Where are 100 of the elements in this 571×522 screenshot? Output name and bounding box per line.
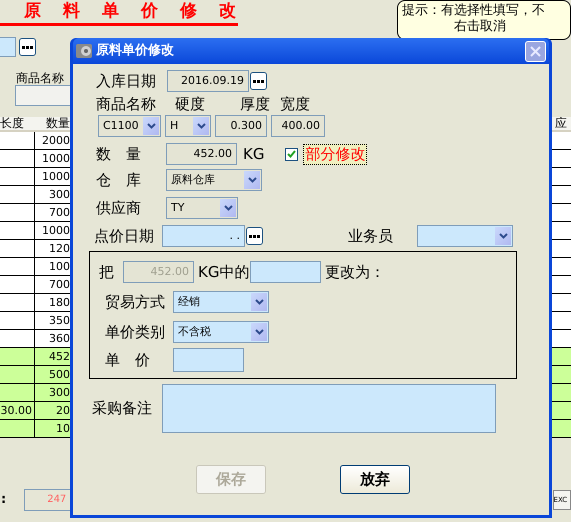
ellipsis-icon (253, 80, 264, 82)
table-row[interactable]: 180 (0, 294, 70, 312)
field-label: 商品名称 (96, 94, 157, 115)
ellipsis-button[interactable] (250, 72, 267, 90)
field-label: 硬度 (175, 94, 206, 115)
table-cell-text: 180 (48, 295, 70, 311)
table-row[interactable] (551, 348, 571, 366)
table-row[interactable] (551, 132, 571, 150)
field-label: 更改为： (325, 262, 385, 282)
dropdown[interactable]: C1100 (98, 115, 161, 137)
coil-icon (76, 43, 92, 59)
table-cell-text: 452 (48, 349, 70, 365)
hint-text: 提示：有选择性填写，不 (402, 3, 546, 19)
field-label: 入库日期 (96, 70, 157, 92)
table-cell-text: 300 (48, 385, 70, 401)
date-field[interactable] (0, 37, 16, 57)
table-row[interactable] (551, 258, 571, 276)
table-cell-text: 500 (48, 367, 70, 383)
table-row[interactable] (551, 420, 571, 438)
table-row[interactable]: 300 (0, 384, 70, 402)
field-label: 数 量 (96, 144, 142, 165)
width-field[interactable]: 400.00 (271, 115, 325, 137)
field-label: 单 价 (105, 350, 151, 371)
ellipsis-button[interactable] (246, 227, 263, 246)
total-field: 247 (24, 489, 70, 511)
table-row[interactable]: 1000 (0, 222, 70, 240)
table-cell-text: 10 (55, 421, 70, 437)
table-row[interactable]: 10 (0, 420, 70, 438)
table-row[interactable]: 300 (0, 186, 70, 204)
dropdown[interactable]: 不含税 (173, 320, 269, 343)
ellipsis-icon (249, 234, 260, 238)
table-cell-text: 1000 (41, 169, 70, 185)
thickness-field[interactable]: 0.300 (215, 115, 267, 137)
field-label: KG (243, 144, 264, 165)
table-row[interactable] (551, 384, 571, 402)
quantity-field[interactable]: 452.00 (166, 143, 237, 165)
dialog-title: 原料单价修改 (96, 42, 175, 60)
check-icon (287, 150, 296, 158)
table-row[interactable]: 360 (0, 330, 70, 348)
field-label: 贸易方式 (105, 292, 166, 313)
table-cell-text: 2000 (41, 133, 70, 149)
ellipsis-icon (22, 46, 33, 48)
date-field[interactable]: 2016.09.19 (167, 70, 249, 92)
table-row[interactable]: 350 (0, 312, 70, 330)
table-cell-text: 120 (48, 241, 70, 257)
notes-field[interactable] (162, 384, 496, 432)
table-cell: 30.00 (0, 402, 35, 419)
field-label: 厚度 (240, 94, 271, 115)
field-label: 点价日期 (94, 226, 155, 247)
table-row[interactable] (551, 312, 571, 330)
table-row[interactable]: 452 (0, 348, 70, 366)
table-cell-text: 20 (55, 403, 70, 419)
column-header: 应 (551, 117, 571, 132)
close-button[interactable] (525, 40, 546, 62)
field-label: 把 (99, 262, 115, 282)
column-header: 数量 (45, 117, 70, 130)
cancel-button[interactable]: 放弃 (340, 464, 410, 494)
table-row[interactable] (551, 222, 571, 240)
table-row[interactable] (551, 150, 571, 168)
date-field[interactable]: . . (162, 225, 245, 248)
table-row[interactable]: 1000 (0, 150, 70, 168)
table-row[interactable]: 2000 (0, 132, 70, 150)
table-row[interactable]: 700 (0, 204, 70, 222)
table-row[interactable] (551, 294, 571, 312)
table-row[interactable]: 100 (0, 258, 70, 276)
input-field[interactable] (250, 260, 321, 283)
field-label: 仓 库 (96, 170, 142, 191)
field-label: KG中的 (198, 262, 250, 282)
table-row[interactable]: 700 (0, 276, 70, 294)
ellipsis-button[interactable] (19, 38, 36, 56)
table-row[interactable] (551, 330, 571, 348)
table-row[interactable] (551, 276, 571, 294)
dropdown[interactable]: 经销 (173, 291, 269, 314)
field-label: 宽度 (280, 94, 310, 115)
dropdown[interactable]: TY (166, 196, 238, 219)
table-cell-text: 1000 (41, 223, 70, 239)
field-label: 业务员 (348, 226, 394, 247)
page-title: 原料单价修改 (24, 0, 258, 23)
dropdown[interactable]: 原料仓库 (166, 169, 262, 192)
dropdown[interactable]: H (165, 115, 211, 137)
table-cell-text: 700 (48, 277, 70, 293)
table-row[interactable] (551, 240, 571, 258)
field-label: 采购备注 (92, 398, 153, 419)
table-row[interactable] (551, 186, 571, 204)
table-row[interactable]: 120 (0, 240, 70, 258)
table-row[interactable] (551, 168, 571, 186)
table-row[interactable]: 1000 (0, 168, 70, 186)
field-label: 商品名称 (16, 71, 64, 85)
hint-text: 右击取消 (453, 19, 507, 35)
table-cell-text: 300 (48, 187, 70, 203)
table-row[interactable]: 500 (0, 366, 70, 384)
price-field[interactable] (173, 348, 244, 372)
table-row[interactable]: 30.00 20 (0, 402, 70, 420)
table-row[interactable] (551, 402, 571, 420)
table-row[interactable] (551, 366, 571, 384)
checkbox[interactable] (285, 148, 298, 160)
table-cell-text: 360 (48, 331, 70, 347)
table-cell-text: 1000 (41, 151, 70, 167)
table-row[interactable] (551, 204, 571, 222)
field-label: 单价类别 (105, 322, 166, 342)
